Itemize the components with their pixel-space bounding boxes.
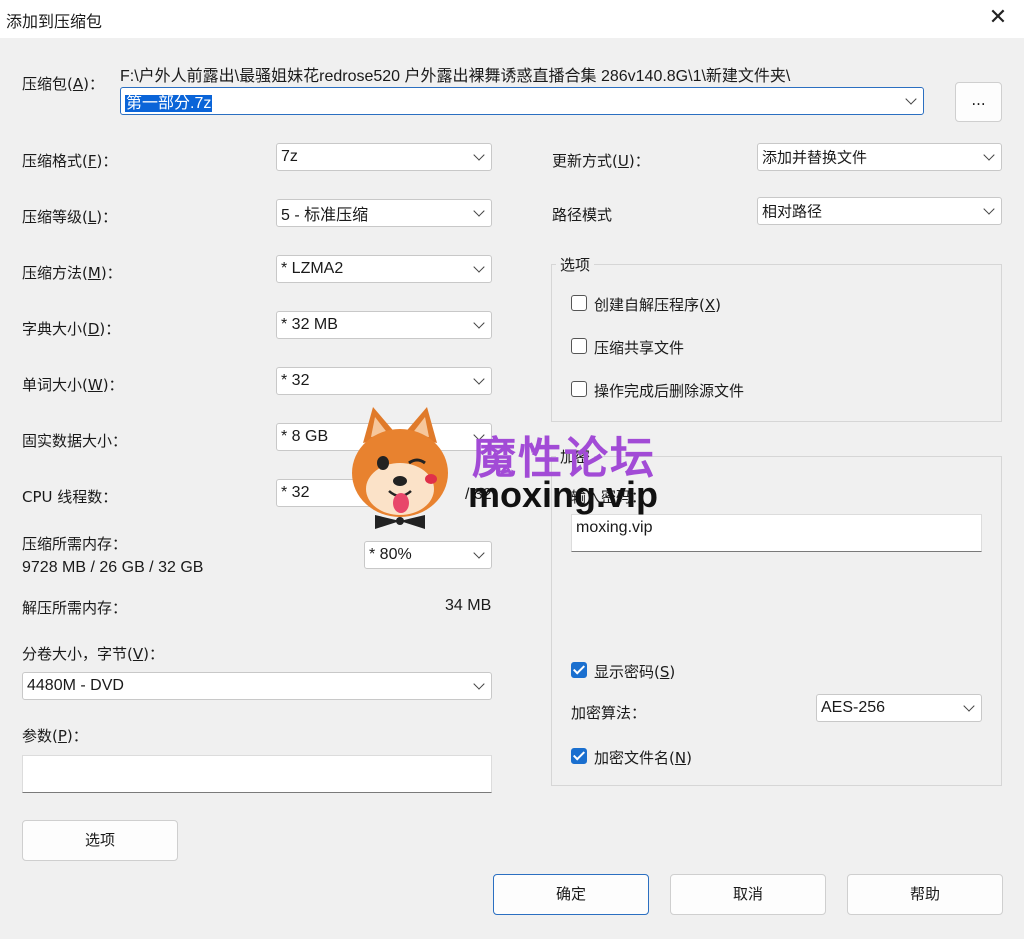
params-input[interactable] xyxy=(22,755,492,793)
archive-path: F:\户外人前露出\最骚姐妹花redrose520 户外露出裸舞诱惑直播合集 2… xyxy=(120,68,791,85)
volume-label: 分卷大小，字节(V)： xyxy=(22,645,164,663)
algo-combo[interactable]: AES-256 xyxy=(816,694,982,722)
cancel-button[interactable]: 取消 xyxy=(670,874,826,915)
format-value: 7z xyxy=(281,148,298,165)
format-label: 压缩格式(F)： xyxy=(22,152,118,170)
chevron-down-icon[interactable] xyxy=(983,149,995,161)
chevron-down-icon[interactable] xyxy=(473,205,485,217)
sfx-checkbox[interactable] xyxy=(571,295,587,311)
pathmode-label: 路径模式 xyxy=(552,206,613,224)
ok-button[interactable]: 确定 xyxy=(493,874,649,915)
word-combo[interactable]: * 32 xyxy=(276,367,492,395)
chevron-down-icon[interactable] xyxy=(905,93,917,105)
level-value: 5 - 标准压缩 xyxy=(281,207,369,224)
algo-value: AES-256 xyxy=(821,699,886,716)
solid-label: 固实数据大小： xyxy=(22,432,128,450)
chevron-down-icon[interactable] xyxy=(473,373,485,385)
mem-usage-combo[interactable]: * 80% xyxy=(364,541,492,569)
format-combo[interactable]: 7z xyxy=(276,143,492,171)
level-combo[interactable]: 5 - 标准压缩 xyxy=(276,199,492,227)
method-value: * LZMA2 xyxy=(281,260,344,277)
chevron-down-icon[interactable] xyxy=(473,678,485,690)
shared-checkbox[interactable] xyxy=(571,338,587,354)
password-value: moxing.vip xyxy=(576,519,653,536)
volume-combo[interactable]: 4480M - DVD xyxy=(22,672,492,700)
help-button[interactable]: 帮助 xyxy=(847,874,1003,915)
mem-comp-label: 压缩所需内存： xyxy=(22,535,128,553)
window-title: 添加到压缩包 xyxy=(6,12,103,31)
delete-after-checkbox[interactable] xyxy=(571,381,587,397)
pathmode-value: 相对路径 xyxy=(762,202,823,221)
update-label: 更新方式(U)： xyxy=(552,152,650,170)
method-label: 压缩方法(M)： xyxy=(22,264,122,282)
shared-label[interactable]: 压缩共享文件 xyxy=(594,337,684,358)
sfx-label[interactable]: 创建自解压程序(X) xyxy=(594,294,721,315)
update-combo[interactable]: 添加并替换文件 xyxy=(757,143,1002,171)
mem-comp-detail: 9728 MB / 26 GB / 32 GB xyxy=(22,559,204,576)
dict-combo[interactable]: * 32 MB xyxy=(276,311,492,339)
watermark-url: moxing.vip xyxy=(468,474,659,515)
chevron-down-icon[interactable] xyxy=(983,203,995,215)
algo-label: 加密算法： xyxy=(571,704,647,722)
chevron-down-icon[interactable] xyxy=(473,149,485,161)
close-icon[interactable]: ✕ xyxy=(984,4,1012,32)
solid-value: * 8 GB xyxy=(281,428,329,445)
mem-usage-value: * 80% xyxy=(369,546,412,563)
chevron-down-icon[interactable] xyxy=(963,700,975,712)
level-label: 压缩等级(L)： xyxy=(22,208,118,226)
params-label: 参数(P)： xyxy=(22,727,88,745)
method-combo[interactable]: * LZMA2 xyxy=(276,255,492,283)
encrypt-names-checkbox[interactable] xyxy=(571,748,587,764)
chevron-down-icon[interactable] xyxy=(473,261,485,273)
show-password-label[interactable]: 显示密码(S) xyxy=(594,661,675,682)
word-label: 单词大小(W)： xyxy=(22,376,124,394)
shiba-dog-logo xyxy=(352,407,448,529)
archive-filename: 第一部分.7z xyxy=(125,95,213,112)
archive-filename-combo[interactable]: 第一部分.7z xyxy=(120,87,924,115)
dict-label: 字典大小(D)： xyxy=(22,320,121,338)
delete-after-label[interactable]: 操作完成后删除源文件 xyxy=(594,380,744,401)
browse-button[interactable]: ... xyxy=(955,82,1002,122)
archive-label: 压缩包(A)： xyxy=(22,75,104,93)
chevron-down-icon[interactable] xyxy=(473,547,485,559)
password-input[interactable]: moxing.vip xyxy=(571,514,982,552)
options-button[interactable]: 选项 xyxy=(22,820,178,861)
threads-value: * 32 xyxy=(281,484,310,501)
pathmode-combo[interactable]: 相对路径 xyxy=(757,197,1002,225)
volume-value: 4480M - DVD xyxy=(27,677,124,694)
title-bar xyxy=(0,0,1024,38)
mem-decomp-label: 解压所需内存： xyxy=(22,599,128,617)
word-value: * 32 xyxy=(281,372,310,389)
chevron-down-icon[interactable] xyxy=(473,317,485,329)
threads-label: CPU 线程数： xyxy=(22,488,118,506)
mem-decomp-value: 34 MB xyxy=(445,597,492,614)
show-password-checkbox[interactable] xyxy=(571,662,587,678)
dict-value: * 32 MB xyxy=(281,316,338,333)
encrypt-names-label[interactable]: 加密文件名(N) xyxy=(594,747,692,768)
update-value: 添加并替换文件 xyxy=(762,148,868,167)
options-group-label: 选项 xyxy=(556,254,595,275)
